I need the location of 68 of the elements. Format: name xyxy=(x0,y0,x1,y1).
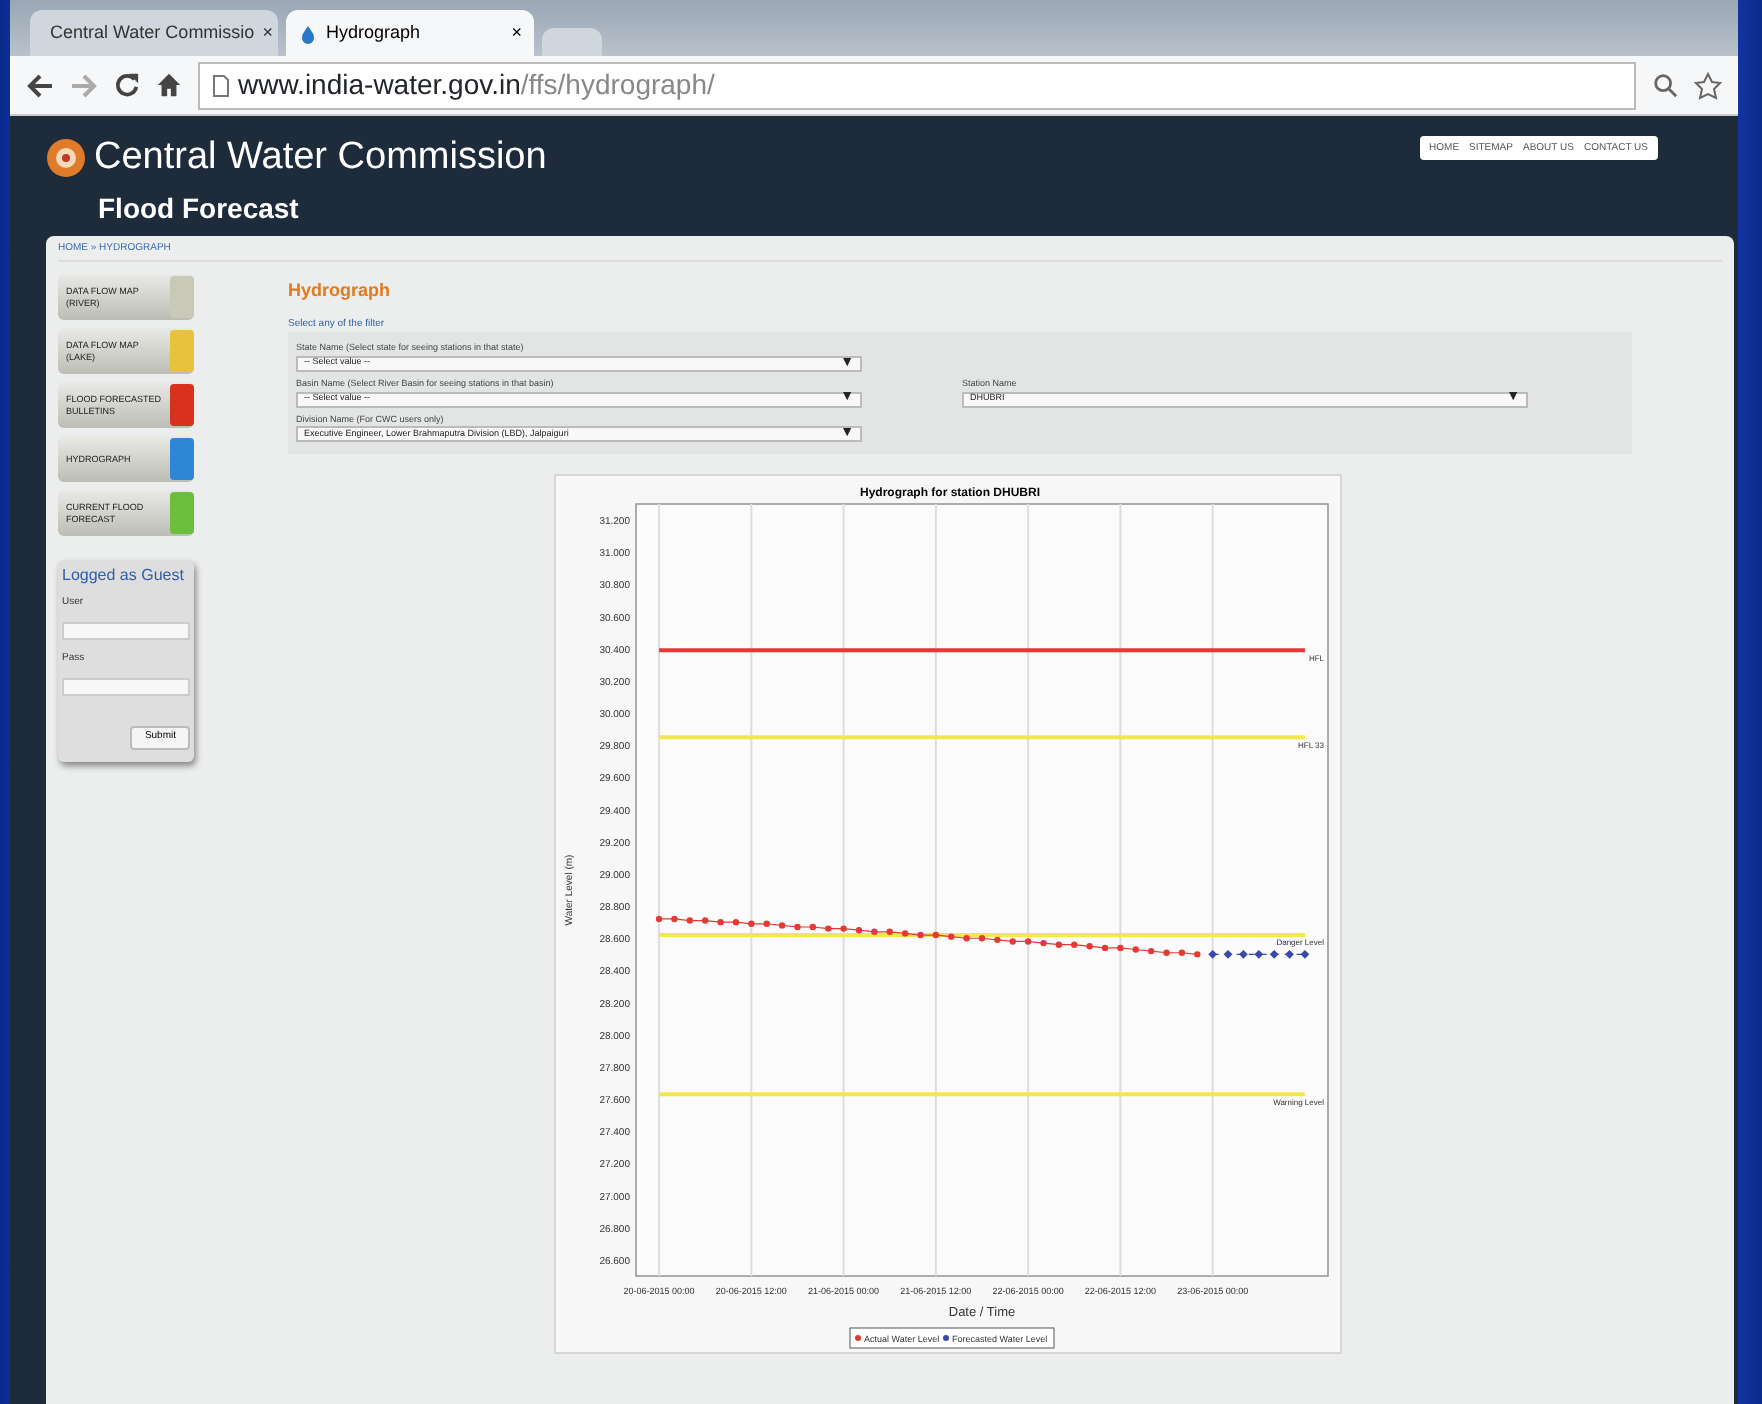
browser-tab[interactable]: Central Water Commissio × xyxy=(30,10,278,56)
url-text: www.india-water.gov.in/ffs/hydrograph/ xyxy=(238,66,715,104)
tab-title: Central Water Commissio xyxy=(50,19,255,46)
data-point xyxy=(1223,950,1233,960)
data-point xyxy=(717,919,724,926)
data-point xyxy=(871,929,878,936)
data-point xyxy=(1009,938,1016,946)
login-title: Logged as Guest xyxy=(62,564,186,588)
page-icon xyxy=(212,73,230,97)
reload-icon[interactable] xyxy=(114,72,140,98)
data-point xyxy=(1101,945,1109,952)
data-point xyxy=(1254,950,1264,960)
data-point xyxy=(932,932,940,939)
data-point xyxy=(778,922,786,930)
data-point xyxy=(748,921,755,928)
data-point xyxy=(994,937,1001,944)
data-point xyxy=(809,924,817,931)
droplet-icon xyxy=(298,23,318,43)
data-point xyxy=(978,935,986,942)
data-point xyxy=(732,919,740,926)
data-point xyxy=(1147,948,1155,955)
data-point xyxy=(1208,950,1218,960)
data-point xyxy=(886,929,893,936)
data-point xyxy=(794,924,801,931)
data-point xyxy=(1055,942,1063,949)
data-point xyxy=(1086,943,1093,950)
data-point xyxy=(825,925,832,933)
data-point xyxy=(1239,950,1248,960)
data-point xyxy=(917,932,924,939)
address-bar[interactable]: www.india-water.gov.in/ffs/hydrograph/ xyxy=(198,61,1636,109)
site-subtitle: Flood Forecast xyxy=(96,190,301,228)
star-icon[interactable] xyxy=(1694,71,1722,99)
data-point xyxy=(1269,950,1279,960)
emblem-icon xyxy=(46,138,86,178)
data-point xyxy=(702,917,709,925)
legend-marker xyxy=(943,1335,949,1342)
data-point xyxy=(901,930,909,938)
data-point xyxy=(1285,950,1294,960)
data-point xyxy=(686,917,693,925)
tab-title: Hydrograph xyxy=(326,19,423,46)
data-point xyxy=(1071,942,1078,949)
page-heading: Hydrograph xyxy=(288,278,393,304)
tab-close-button[interactable]: × xyxy=(511,19,522,47)
data-point xyxy=(1024,938,1032,946)
data-point xyxy=(1194,951,1201,959)
legend-marker xyxy=(855,1335,861,1342)
password-field[interactable] xyxy=(62,678,190,696)
user-field[interactable] xyxy=(62,622,190,640)
data-point xyxy=(1178,950,1186,957)
data-point xyxy=(963,935,970,942)
data-point xyxy=(1300,950,1310,960)
back-icon[interactable] xyxy=(26,73,54,97)
data-point xyxy=(840,925,847,933)
data-point xyxy=(655,916,663,923)
home-icon[interactable] xyxy=(156,72,182,98)
tab-close-button[interactable]: × xyxy=(262,19,273,47)
data-point xyxy=(1117,945,1124,952)
data-point xyxy=(1163,950,1170,957)
data-point xyxy=(671,916,678,923)
site-title: Central Water Commission xyxy=(94,136,547,180)
browser-tab[interactable]: Hydrograph × xyxy=(286,10,534,56)
data-point xyxy=(763,921,770,928)
zoom-icon[interactable] xyxy=(1652,72,1678,98)
data-point xyxy=(1040,940,1047,947)
data-point xyxy=(1132,946,1139,954)
data-point xyxy=(855,927,863,934)
series-line xyxy=(1212,954,1306,956)
data-point xyxy=(948,933,955,941)
